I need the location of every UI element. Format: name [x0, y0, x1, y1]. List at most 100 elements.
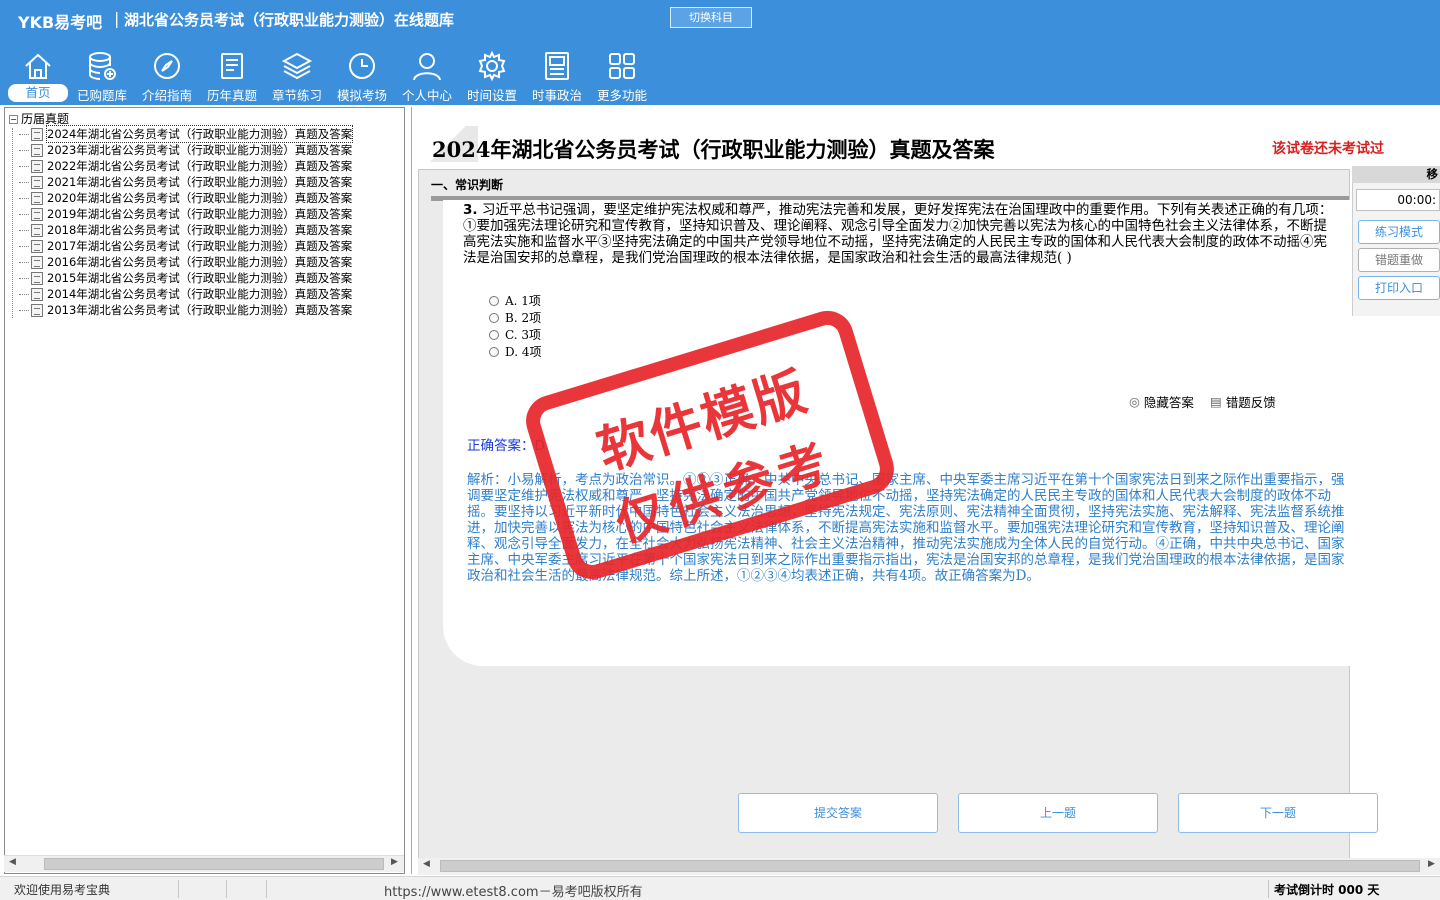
scroll-left-icon[interactable]: ◀	[423, 859, 430, 869]
side-panel-title[interactable]: 移	[1352, 166, 1440, 183]
tree-item[interactable]: 2017年湖北省公务员考试（行政职业能力测验）真题及答案	[19, 238, 352, 254]
tree-item[interactable]: 2020年湖北省公务员考试（行政职业能力测验）真题及答案	[19, 190, 352, 206]
tree-item[interactable]: 2014年湖北省公务员考试（行政职业能力测验）真题及答案	[19, 286, 352, 302]
scroll-right-icon[interactable]: ▶	[391, 857, 398, 867]
tree-item-label: 2024年湖北省公务员考试（行政职业能力测验）真题及答案	[45, 125, 354, 143]
top-toolbar: YKB易考吧 | 湖北省公务员考试（行政职业能力测验）在线题库 切换科目 首页 …	[0, 0, 1440, 105]
tree-root-label: 历届真题	[21, 112, 70, 126]
radio-icon[interactable]	[489, 312, 499, 323]
tree-item-label: 2022年湖北省公务员考试（行政职业能力测验）真题及答案	[47, 159, 353, 173]
tree-item-label: 2023年湖北省公务员考试（行政职业能力测验）真题及答案	[47, 143, 353, 157]
document-icon	[31, 143, 43, 157]
database-icon	[89, 52, 116, 80]
app-logo: YKB易考吧	[18, 13, 103, 32]
redo-wrong-button[interactable]: 错题重做	[1358, 248, 1440, 272]
document-icon	[31, 303, 43, 317]
document-icon	[31, 175, 43, 189]
option-b[interactable]: B. 2项	[489, 309, 541, 326]
user-icon	[413, 53, 441, 81]
document-icon	[31, 255, 43, 269]
collapse-icon[interactable]: −	[9, 115, 18, 124]
exam-title: 2024年湖北省公务员考试（行政职业能力测验）真题及答案	[432, 137, 995, 162]
error-feedback-label: 错题反馈	[1225, 395, 1276, 410]
radio-icon[interactable]	[489, 329, 499, 340]
timer-display: 00:00:	[1356, 189, 1440, 211]
nav-personal-center[interactable]: 个人中心	[395, 46, 459, 104]
scroll-left-icon[interactable]: ◀	[9, 857, 16, 867]
tree-item[interactable]: 2024年湖北省公务员考试（行政职业能力测验）真题及答案	[19, 125, 354, 143]
layers-icon	[281, 52, 313, 80]
tree-item-label: 2020年湖北省公务员考试（行政职业能力测验）真题及答案	[47, 191, 353, 205]
tree-item[interactable]: 2021年湖北省公务员考试（行政职业能力测验）真题及答案	[19, 174, 352, 190]
nav-mock-exam[interactable]: 模拟考场	[330, 46, 394, 104]
exam-status: 该试卷还未考试过	[1272, 141, 1384, 157]
tree-item-label: 2014年湖北省公务员考试（行政职业能力测验）真题及答案	[47, 287, 353, 301]
status-welcome: 欢迎使用易考宝典	[14, 883, 111, 897]
tree-item[interactable]: 2019年湖北省公务员考试（行政职业能力测验）真题及答案	[19, 206, 352, 222]
option-c[interactable]: C. 3项	[489, 326, 541, 343]
switch-subject-button[interactable]: 切换科目	[670, 7, 752, 28]
nav-label: 历年真题	[206, 88, 257, 103]
nav-label: 更多功能	[596, 88, 647, 103]
nav-label: 介绍指南	[141, 88, 192, 103]
tree-root[interactable]: − 历届真题	[9, 110, 69, 127]
left-horizontal-scrollbar[interactable]: ◀ ▶	[4, 855, 404, 872]
document-icon	[31, 207, 43, 221]
nav-label: 首页	[8, 84, 68, 102]
question-number: 3.	[463, 202, 478, 218]
option-a[interactable]: A. 1项	[489, 292, 541, 309]
nav-guide[interactable]: 介绍指南	[135, 46, 199, 104]
tree-item-label: 2015年湖北省公务员考试（行政职业能力测验）真题及答案	[47, 271, 353, 285]
option-label: B. 2项	[505, 311, 542, 325]
nav-purchased[interactable]: 已购题库	[70, 46, 134, 104]
tree-item[interactable]: 2023年湖北省公务员考试（行政职业能力测验）真题及答案	[19, 142, 352, 158]
tree-item[interactable]: 2022年湖北省公务员考试（行政职业能力测验）真题及答案	[19, 158, 352, 174]
document-icon	[31, 239, 43, 253]
radio-icon[interactable]	[489, 295, 499, 306]
question-body: 习近平总书记强调，要坚定维护宪法权威和尊严，推动宪法完善和发展，更好发挥宪法在治…	[463, 202, 1333, 266]
nav-more[interactable]: 更多功能	[590, 46, 654, 104]
status-divider	[226, 880, 227, 898]
nav-home[interactable]: 首页	[6, 46, 70, 104]
gear-icon	[478, 50, 506, 82]
hide-answer-button[interactable]: ◎ 隐藏答案	[1129, 392, 1194, 411]
tree-item[interactable]: 2013年湖北省公务员考试（行政职业能力测验）真题及答案	[19, 302, 352, 318]
nav-label: 已购题库	[76, 88, 127, 103]
tree-item-label: 2013年湖北省公务员考试（行政职业能力测验）真题及答案	[47, 303, 353, 317]
submit-answer-button[interactable]: 提交答案	[738, 793, 938, 833]
next-question-button[interactable]: 下一题	[1178, 793, 1378, 833]
scroll-thumb[interactable]	[440, 860, 1420, 872]
nav-chapter-practice[interactable]: 章节练习	[265, 46, 329, 104]
tree-item-label: 2021年湖北省公务员考试（行政职业能力测验）真题及答案	[47, 175, 353, 189]
tree-item[interactable]: 2016年湖北省公务员考试（行政职业能力测验）真题及答案	[19, 254, 352, 270]
option-d[interactable]: D. 4项	[489, 343, 541, 360]
app-title: 湖北省公务员考试（行政职业能力测验）在线题库	[124, 11, 455, 29]
tree-connector	[12, 128, 13, 318]
nav-current-affairs[interactable]: 时事政治	[525, 46, 589, 104]
news-icon	[545, 52, 569, 80]
print-button[interactable]: 打印入口	[1358, 276, 1440, 300]
radio-icon[interactable]	[489, 346, 499, 357]
scroll-right-icon[interactable]: ▶	[1428, 859, 1435, 869]
previous-question-button[interactable]: 上一题	[958, 793, 1158, 833]
scroll-thumb[interactable]	[44, 858, 384, 870]
document-icon	[31, 127, 43, 141]
practice-mode-button[interactable]: 练习模式	[1358, 220, 1440, 244]
tree-item-label: 2019年湖北省公务员考试（行政职业能力测验）真题及答案	[47, 207, 353, 221]
nav-label: 时事政治	[531, 88, 582, 103]
option-label: D. 4项	[505, 345, 542, 359]
nav-label: 个人中心	[401, 88, 452, 103]
tree-item[interactable]: 2015年湖北省公务员考试（行政职业能力测验）真题及答案	[19, 270, 352, 286]
error-feedback-button[interactable]: ▤ 错题反馈	[1210, 392, 1276, 411]
tree-item[interactable]: 2018年湖北省公务员考试（行政职业能力测验）真题及答案	[19, 222, 352, 238]
right-horizontal-scrollbar[interactable]: ◀ ▶	[418, 858, 1440, 875]
answer-label: 正确答案：	[467, 438, 535, 454]
nav-past-papers[interactable]: 历年真题	[200, 46, 264, 104]
grid-icon	[609, 53, 635, 79]
answer-tools: ◎ 隐藏答案 ▤ 错题反馈	[1129, 392, 1276, 411]
document-icon	[31, 159, 43, 173]
status-url: https://www.etest8.com－易考吧版权所有	[384, 885, 643, 900]
status-divider	[178, 880, 179, 898]
status-divider	[266, 880, 267, 898]
nav-time-settings[interactable]: 时间设置	[460, 46, 524, 104]
